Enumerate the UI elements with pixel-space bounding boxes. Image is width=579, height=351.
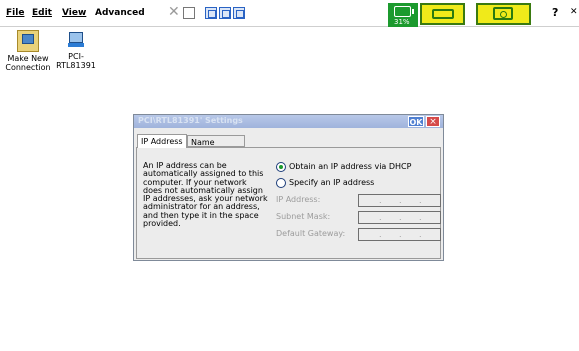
- small-icons-view-icon[interactable]: [219, 7, 231, 19]
- dhcp-radio-label[interactable]: Obtain an IP address via DHCP: [289, 162, 411, 171]
- camera-button[interactable]: [476, 3, 531, 25]
- ip-address-panel: An IP address can be automatically assig…: [136, 147, 441, 259]
- menu-view[interactable]: View: [62, 8, 86, 18]
- battery-icon: [394, 6, 414, 17]
- icon-label-line1: Make New: [7, 54, 49, 63]
- delete-icon[interactable]: ✕: [168, 5, 180, 19]
- subnet-mask-label: Subnet Mask:: [276, 212, 331, 221]
- properties-icon[interactable]: [183, 7, 195, 19]
- make-new-connection-icon[interactable]: Make New Connection: [5, 30, 51, 72]
- icon-label-line2: RTL81391: [56, 61, 96, 70]
- camera-icon: [493, 7, 513, 20]
- help-icon[interactable]: ?: [552, 6, 558, 19]
- icon-label-line2: Connection: [5, 63, 51, 72]
- dialog-title: PCI\RTL81391' Settings: [138, 116, 243, 125]
- keyboard-button[interactable]: [420, 3, 465, 25]
- specify-ip-radio[interactable]: [276, 178, 286, 188]
- menu-bar: File Edit View Advanced ✕ 31% ? ✕: [0, 0, 579, 27]
- menu-edit[interactable]: Edit: [32, 8, 52, 18]
- default-gateway-field[interactable]: ...: [358, 228, 441, 241]
- dhcp-radio[interactable]: [276, 162, 286, 172]
- specify-ip-radio-label[interactable]: Specify an IP address: [289, 178, 374, 187]
- info-text: An IP address can be automatically assig…: [143, 161, 268, 229]
- network-adapter-icon: [66, 30, 86, 50]
- battery-percent: 31%: [394, 18, 410, 26]
- menu-advanced[interactable]: Advanced: [95, 8, 145, 18]
- connection-wizard-icon: [17, 30, 39, 52]
- ip-address-field[interactable]: ...: [358, 194, 441, 207]
- settings-dialog: PCI\RTL81391' Settings OK × IP Address N…: [133, 114, 444, 261]
- subnet-mask-field[interactable]: ...: [358, 211, 441, 224]
- keyboard-icon: [432, 9, 454, 19]
- details-view-icon[interactable]: [233, 7, 245, 19]
- menu-file[interactable]: File: [6, 8, 24, 18]
- ip-address-label: IP Address:: [276, 195, 321, 204]
- default-gateway-label: Default Gateway:: [276, 229, 346, 238]
- tab-name-servers[interactable]: Name Servers: [187, 135, 245, 160]
- close-icon[interactable]: ✕: [570, 7, 578, 17]
- dialog-titlebar[interactable]: PCI\RTL81391' Settings OK ×: [134, 115, 443, 128]
- large-icons-view-icon[interactable]: [205, 7, 217, 19]
- ok-button[interactable]: OK: [408, 116, 424, 127]
- battery-indicator[interactable]: 31%: [388, 3, 418, 27]
- icon-label-line1: PCI-: [68, 52, 84, 61]
- tab-ip-address[interactable]: IP Address: [137, 134, 187, 148]
- pci-rtl81391-icon[interactable]: PCI- RTL81391: [56, 30, 96, 70]
- dialog-close-button[interactable]: ×: [426, 116, 440, 127]
